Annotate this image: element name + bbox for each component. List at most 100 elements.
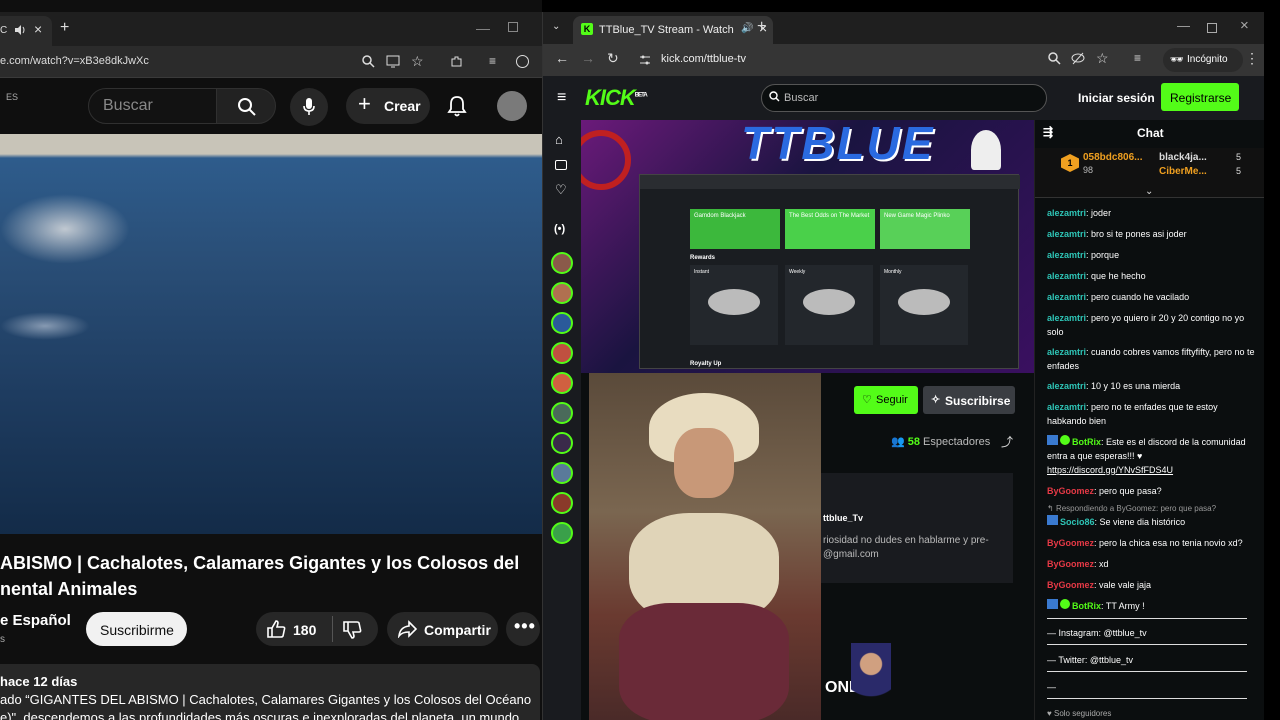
user-avatar[interactable] xyxy=(497,91,527,121)
top-gifter-name[interactable]: 058bdc806... xyxy=(1083,152,1142,163)
chat-username[interactable]: ByGoomez xyxy=(1047,559,1094,569)
plus-icon: + xyxy=(358,91,371,116)
voice-search-button[interactable] xyxy=(290,88,328,126)
home-icon[interactable]: ⌂ xyxy=(555,132,563,147)
sidebar-channel-avatar[interactable] xyxy=(551,522,573,544)
sidebar-channel-avatar[interactable] xyxy=(551,402,573,424)
sidebar-channel-avatar[interactable] xyxy=(551,462,573,484)
subscribe-button[interactable]: ✧ Suscribirse xyxy=(923,386,1015,414)
stream-captured-screen: Gamdom Blackjack The Best Odds on The Ma… xyxy=(639,174,1020,369)
sidebar-channel-avatar[interactable] xyxy=(551,492,573,514)
profile-icon[interactable] xyxy=(516,55,529,68)
chat-text: bro si te pones asi joder xyxy=(1091,229,1187,239)
subscribe-button[interactable]: Suscribirme xyxy=(86,612,187,646)
browse-icon[interactable] xyxy=(555,160,567,170)
chat-username[interactable]: alezamtri xyxy=(1047,229,1086,239)
kick-url-text[interactable]: kick.com/ttblue-tv xyxy=(661,53,746,65)
chat-username[interactable]: BotRix xyxy=(1072,437,1101,447)
new-tab-button[interactable]: + xyxy=(757,18,766,36)
sidebar-channel-avatar[interactable] xyxy=(551,282,573,304)
discord-link[interactable]: https://discord.gg/YNvSfFDS4U xyxy=(1047,463,1255,477)
reload-icon[interactable]: ↻ xyxy=(607,50,619,67)
tab-search-chevron-icon[interactable]: ⌄ xyxy=(552,21,560,32)
media-queue-icon[interactable]: ≡ xyxy=(1134,51,1141,65)
bookmark-star-icon[interactable]: ☆ xyxy=(1096,50,1109,67)
chat-message: alezamtri: que he hecho xyxy=(1047,271,1146,281)
thumbs-down-icon[interactable] xyxy=(342,620,362,645)
chat-username[interactable]: Socio86 xyxy=(1060,517,1095,527)
youtube-search-button[interactable] xyxy=(216,88,276,124)
tab-title-fragment: C xyxy=(0,25,8,36)
chat-username[interactable]: alezamtri xyxy=(1047,208,1086,218)
chat-username[interactable]: alezamtri xyxy=(1047,347,1086,357)
stream-video-player[interactable]: TTBLUE Gamdom Blackjack The Best Odds on… xyxy=(581,120,1034,373)
chat-username[interactable]: alezamtri xyxy=(1047,381,1086,391)
hamburger-menu-icon[interactable]: ≡ xyxy=(557,89,566,107)
zoom-icon[interactable] xyxy=(362,55,375,73)
share-button[interactable]: Compartir xyxy=(387,612,498,646)
gifter-3-name[interactable]: CiberMe... xyxy=(1159,166,1207,177)
follow-button[interactable]: ♡ Seguir xyxy=(854,386,918,414)
left-browser-tab[interactable]: C × xyxy=(0,16,52,46)
sidebar-channel-avatar[interactable] xyxy=(551,372,573,394)
more-actions-button[interactable]: ••• xyxy=(506,612,540,646)
chat-username[interactable]: ByGoomez xyxy=(1047,580,1094,590)
sidebar-channel-avatar[interactable] xyxy=(551,252,573,274)
following-heart-icon[interactable]: ♡ xyxy=(555,182,567,198)
minimize-icon[interactable]: — xyxy=(476,20,490,36)
youtube-search-input[interactable]: Buscar xyxy=(88,88,218,124)
kick-sidebar: ⌂ ♡ (•) xyxy=(543,120,581,720)
left-url-text[interactable]: e.com/watch?v=xB3e8dkJwXc xyxy=(0,55,149,67)
minimize-icon[interactable]: — xyxy=(1177,18,1190,33)
chat-text: pero cuando he vacilado xyxy=(1091,292,1190,302)
login-button[interactable]: Iniciar sesión xyxy=(1078,91,1155,105)
new-tab-button[interactable]: + xyxy=(60,19,69,37)
close-window-icon[interactable]: × xyxy=(1240,17,1249,34)
search-icon xyxy=(237,97,257,122)
tab-close-icon[interactable]: × xyxy=(34,21,42,37)
youtube-video-player[interactable] xyxy=(0,134,542,534)
share-icon xyxy=(397,620,418,641)
channel-name[interactable]: e Español xyxy=(0,612,71,629)
video-description[interactable]: hace 12 días ado “GIGANTES DEL ABISMO | … xyxy=(0,664,540,720)
collapse-chat-icon[interactable]: ⇶ xyxy=(1043,125,1053,139)
cast-icon[interactable] xyxy=(386,55,400,73)
star-icon: ✧ xyxy=(931,394,941,406)
gifter-2-name[interactable]: black4ja... xyxy=(1159,152,1207,163)
media-queue-icon[interactable]: ≡ xyxy=(489,54,496,68)
tracking-protection-icon[interactable] xyxy=(1071,52,1085,70)
chat-username[interactable]: ByGoomez xyxy=(1047,538,1094,548)
zoom-icon[interactable] xyxy=(1048,52,1061,70)
back-arrow-icon[interactable]: ← xyxy=(555,50,569,66)
incognito-indicator[interactable]: 🕶 Incógnito xyxy=(1163,48,1243,72)
chat-username[interactable]: alezamtri xyxy=(1047,313,1086,323)
site-info-icon[interactable] xyxy=(639,53,651,71)
maximize-icon[interactable] xyxy=(1207,23,1217,33)
sidebar-channel-avatar[interactable] xyxy=(551,432,573,454)
kick-logo[interactable]: KICKBETA xyxy=(585,85,648,111)
chat-username[interactable]: alezamtri xyxy=(1047,250,1086,260)
maximize-icon[interactable] xyxy=(508,22,518,32)
menu-kebab-icon[interactable]: ⋮ xyxy=(1245,50,1259,67)
extensions-icon[interactable] xyxy=(450,55,463,73)
expand-chevron-icon[interactable]: ⌄ xyxy=(1145,186,1153,197)
notifications-bell-icon[interactable] xyxy=(447,95,467,122)
sidebar-channel-avatar[interactable] xyxy=(551,342,573,364)
chat-username[interactable]: ByGoomez xyxy=(1047,486,1094,496)
kick-browser-tab[interactable]: K TTBlue_TV Stream - Watch 🔊 × xyxy=(573,16,773,44)
share-icon[interactable]: ⤴ xyxy=(1001,433,1013,450)
sidebar-channel-avatar[interactable] xyxy=(551,312,573,334)
create-button[interactable]: + Crear xyxy=(346,88,430,124)
incognito-label: Incógnito xyxy=(1187,54,1228,65)
left-address-bar[interactable]: e.com/watch?v=xB3e8dkJwXc ☆ ≡ xyxy=(0,46,542,78)
thumbs-up-icon[interactable] xyxy=(266,619,286,644)
bookmark-star-icon[interactable]: ☆ xyxy=(411,53,424,70)
chat-username[interactable]: alezamtri xyxy=(1047,292,1086,302)
chat-username[interactable]: BotRix xyxy=(1072,601,1101,611)
forward-arrow-icon[interactable]: → xyxy=(581,50,595,66)
chat-username[interactable]: alezamtri xyxy=(1047,271,1086,281)
chat-username[interactable]: alezamtri xyxy=(1047,402,1086,412)
live-channels-icon[interactable]: (•) xyxy=(554,223,565,235)
kick-search-input[interactable]: Buscar xyxy=(761,84,1047,112)
register-button[interactable]: Registrarse xyxy=(1161,83,1239,111)
